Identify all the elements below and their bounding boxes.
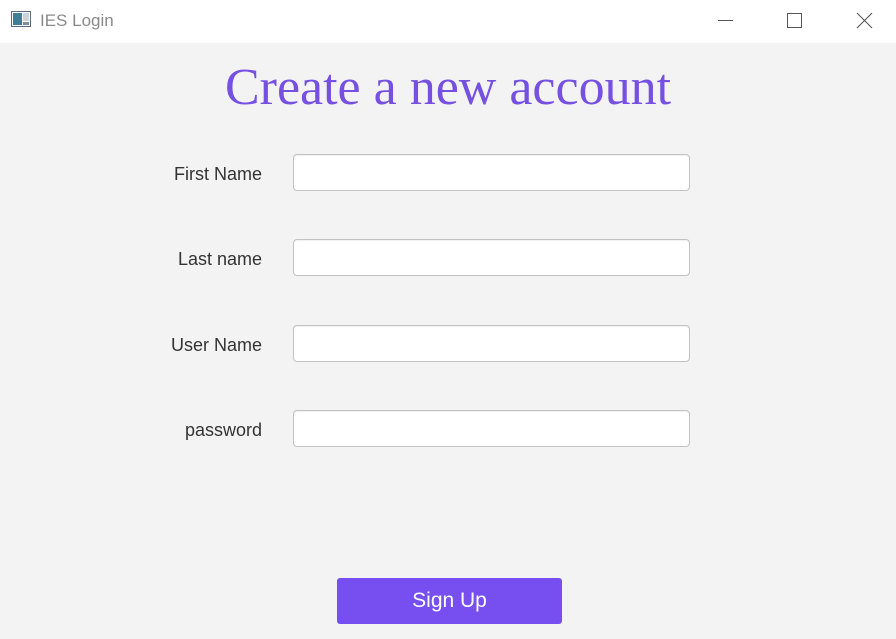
close-icon [856,12,873,29]
minimize-icon [718,20,733,21]
last-name-field[interactable] [293,239,690,276]
maximize-button[interactable] [771,0,817,43]
user-name-field[interactable] [293,325,690,362]
page-title: Create a new account [224,59,672,116]
title-bar: IES Login [0,0,896,43]
sign-up-button[interactable]: Sign Up [337,578,562,624]
first-name-label: First Name [173,164,262,184]
user-name-label: User Name [170,335,262,355]
close-button[interactable] [841,0,887,43]
password-label: password [184,420,262,440]
maximize-icon [787,13,802,28]
minimize-button[interactable] [702,0,748,43]
app-icon [11,11,31,27]
last-name-label: Last name [177,249,262,269]
first-name-field[interactable] [293,154,690,191]
window-title: IES Login [40,11,114,30]
password-field[interactable] [293,410,690,447]
